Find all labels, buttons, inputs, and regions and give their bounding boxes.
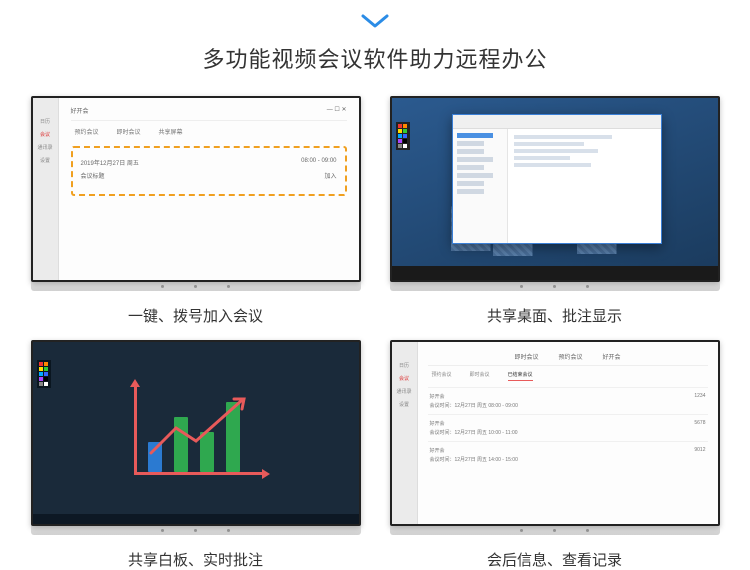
sidebar-item: 设置 xyxy=(399,401,409,408)
window-controls: — ☐ ✕ xyxy=(327,106,347,115)
s4-topbar: 即时会议 预约会议 好开会 xyxy=(428,348,708,366)
sidebar-item: 设置 xyxy=(40,157,50,164)
s4-tabs: 预约会议 即时会议 已结束会议 xyxy=(428,371,708,381)
monitor-bezel xyxy=(31,281,361,291)
caption-2: 共享桌面、批注显示 xyxy=(487,305,622,326)
record-title: 好开会 xyxy=(430,393,518,400)
monitor-3 xyxy=(31,340,361,526)
chevron-down-icon xyxy=(359,12,391,32)
sidebar-item: 会议 xyxy=(40,131,50,138)
record-title: 好开会 xyxy=(430,447,518,454)
page-title: 多功能视频会议软件助力远程办公 xyxy=(202,42,547,74)
monitor-bezel xyxy=(390,525,720,535)
feature-grid: 日历 会议 通讯录 设置 好开会 — ☐ ✕ 预约会议 即时会议 共享屏幕 xyxy=(30,96,720,570)
record-info: 会议时间：12月27日 周五 08:00 - 09:00 xyxy=(430,402,518,409)
top-tab: 好开会 xyxy=(603,352,621,361)
record-item: 好开会会议时间：12月27日 周五 10:00 - 11:00 5678 xyxy=(428,414,708,441)
annotation-palette xyxy=(396,122,410,150)
monitor-bezel xyxy=(390,281,720,291)
arrow-up-icon xyxy=(130,379,140,387)
record-id: 5678 xyxy=(694,420,705,436)
top-tab: 预约会议 xyxy=(558,352,582,361)
axis-y xyxy=(134,383,137,475)
monitor-2 xyxy=(390,96,720,282)
caption-1: 一键、拨号加入会议 xyxy=(128,305,263,326)
s1-tabs: 预约会议 即时会议 共享屏幕 xyxy=(71,127,347,136)
whiteboard-palette xyxy=(37,360,51,388)
whiteboard-chart xyxy=(126,383,266,483)
tab: 即时会议 xyxy=(117,127,141,136)
s1-topbar: 好开会 — ☐ ✕ xyxy=(71,106,347,121)
record-info: 会议时间：12月27日 周五 14:00 - 15:00 xyxy=(430,456,518,463)
monitor-bezel xyxy=(31,525,361,535)
monitor-1: 日历 会议 通讯录 设置 好开会 — ☐ ✕ 预约会议 即时会议 共享屏幕 xyxy=(31,96,361,282)
join-link: 加入 xyxy=(324,171,336,180)
highlighted-meeting: 2019年12月27日 周五 08:00 - 09:00 会议标题 加入 xyxy=(71,146,347,196)
sidebar-item: 日历 xyxy=(40,118,50,125)
tab: 预约会议 xyxy=(75,127,99,136)
shared-window xyxy=(452,114,662,244)
feature-cell-records: 日历 会议 通讯录 设置 即时会议 预约会议 好开会 预约会议 即时会议 已结束… xyxy=(389,340,720,570)
record-id: 9012 xyxy=(694,447,705,463)
sidebar-item: 通讯录 xyxy=(396,388,411,395)
trend-arrow-icon xyxy=(146,393,256,463)
sidebar-item: 通讯录 xyxy=(37,144,52,151)
feature-cell-share-desktop: 共享桌面、批注显示 xyxy=(389,96,720,326)
taskbar xyxy=(33,514,359,524)
records-list: 好开会会议时间：12月27日 周五 08:00 - 09:00 1234 好开会… xyxy=(428,387,708,468)
app-title: 好开会 xyxy=(71,106,89,115)
explorer-tree xyxy=(453,129,508,243)
meeting-time: 08:00 - 09:00 xyxy=(301,158,336,167)
tab: 即时会议 xyxy=(470,371,490,381)
sidebar-item: 会议 xyxy=(399,375,409,382)
arrow-right-icon xyxy=(262,469,270,479)
monitor-4: 日历 会议 通讯录 设置 即时会议 预约会议 好开会 预约会议 即时会议 已结束… xyxy=(390,340,720,526)
tab: 预约会议 xyxy=(432,371,452,381)
explorer-content xyxy=(508,129,661,243)
tab-active: 已结束会议 xyxy=(508,371,533,381)
feature-cell-join: 日历 会议 通讯录 设置 好开会 — ☐ ✕ 预约会议 即时会议 共享屏幕 xyxy=(30,96,361,326)
tab: 共享屏幕 xyxy=(159,127,183,136)
caption-4: 会后信息、查看记录 xyxy=(487,549,622,570)
record-item: 好开会会议时间：12月27日 周五 14:00 - 15:00 9012 xyxy=(428,441,708,468)
record-item: 好开会会议时间：12月27日 周五 08:00 - 09:00 1234 xyxy=(428,387,708,414)
feature-cell-whiteboard: 共享白板、实时批注 xyxy=(30,340,361,570)
s1-sidebar: 日历 会议 通讯录 设置 xyxy=(33,98,59,280)
record-info: 会议时间：12月27日 周五 10:00 - 11:00 xyxy=(430,429,518,436)
s4-sidebar: 日历 会议 通讯录 设置 xyxy=(392,342,418,524)
top-tab: 即时会议 xyxy=(514,352,538,361)
taskbar xyxy=(392,266,718,280)
meeting-date: 2019年12月27日 周五 xyxy=(81,158,139,167)
sidebar-item: 日历 xyxy=(399,362,409,369)
window-titlebar xyxy=(453,115,661,129)
record-id: 1234 xyxy=(694,393,705,409)
record-title: 好开会 xyxy=(430,420,518,427)
axis-x xyxy=(134,472,266,475)
caption-3: 共享白板、实时批注 xyxy=(128,549,263,570)
meeting-title: 会议标题 xyxy=(81,171,105,180)
